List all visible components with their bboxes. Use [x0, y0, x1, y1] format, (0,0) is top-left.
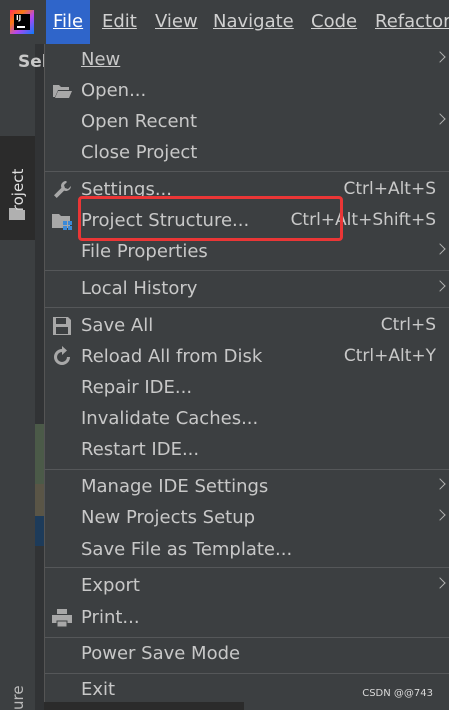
- menu-item-restart-ide[interactable]: Restart IDE...: [45, 434, 449, 465]
- menu-file[interactable]: File: [46, 0, 91, 44]
- menu-separator: [45, 171, 449, 172]
- menu-item-local-history[interactable]: Local History: [45, 273, 449, 304]
- menu-item-save-all[interactable]: Save All Ctrl+S: [45, 310, 449, 341]
- menu-separator: [45, 567, 449, 568]
- menu-item-power-save-mode[interactable]: Power Save Mode: [45, 638, 449, 669]
- reload-icon: [54, 346, 70, 365]
- intellij-logo-icon[interactable]: IJ: [10, 10, 34, 34]
- menu-separator: [45, 307, 449, 308]
- menu-separator: [45, 270, 449, 271]
- menu-edit[interactable]: Edit: [102, 0, 137, 44]
- menu-item-close-project[interactable]: Close Project: [45, 137, 449, 168]
- settings-shortcut: Ctrl+Alt+S: [343, 179, 436, 199]
- save-disk-icon: [53, 317, 71, 335]
- folder-icon: [9, 208, 25, 220]
- menu-item-repair-ide[interactable]: Repair IDE...: [45, 372, 449, 403]
- submenu-arrow-icon: [434, 478, 446, 490]
- submenu-arrow-icon: [434, 51, 446, 63]
- wrench-icon: [54, 181, 71, 198]
- menu-item-open-recent[interactable]: Open Recent: [45, 106, 449, 137]
- file-menu-dropdown: New Open... Open Recent Close Project Se…: [44, 44, 449, 710]
- menu-item-save-file-as-template[interactable]: Save File as Template...: [45, 534, 449, 565]
- watermark: CSDN @@743: [362, 688, 433, 699]
- menu-separator: [45, 469, 449, 470]
- printer-icon: [52, 609, 72, 628]
- structure-tab-label[interactable]: ure: [9, 685, 27, 710]
- background-bottom-peek: [44, 702, 244, 710]
- submenu-arrow-icon: [434, 577, 446, 589]
- menu-item-manage-ide-settings[interactable]: Manage IDE Settings: [45, 471, 449, 502]
- project-structure-icon: [52, 214, 72, 230]
- left-tool-strip: Project: [0, 44, 35, 710]
- save-all-shortcut: Ctrl+S: [380, 315, 436, 335]
- menu-navigate[interactable]: Navigate: [213, 0, 294, 44]
- menu-item-reload-all[interactable]: Reload All from Disk Ctrl+Alt+Y: [45, 341, 449, 372]
- submenu-arrow-icon: [434, 280, 446, 292]
- open-folder-icon: [53, 85, 72, 98]
- menu-bar: IJ File Edit View Navigate Code Refactor: [0, 0, 449, 44]
- menu-item-invalidate-caches[interactable]: Invalidate Caches...: [45, 403, 449, 434]
- submenu-arrow-icon: [434, 243, 446, 255]
- project-tool-tab[interactable]: Project: [0, 136, 35, 240]
- menu-code[interactable]: Code: [311, 0, 357, 44]
- menu-item-open[interactable]: Open...: [45, 75, 449, 106]
- menu-refactor[interactable]: Refactor: [375, 0, 449, 44]
- reload-all-shortcut: Ctrl+Alt+Y: [343, 346, 436, 366]
- menu-item-print[interactable]: Print...: [45, 602, 449, 633]
- menu-item-new-projects-setup[interactable]: New Projects Setup: [45, 502, 449, 533]
- menu-view[interactable]: View: [155, 0, 198, 44]
- red-highlight-annotation: [78, 196, 343, 241]
- submenu-arrow-icon: [434, 113, 446, 125]
- menu-item-export[interactable]: Export: [45, 570, 449, 601]
- submenu-arrow-icon: [434, 509, 446, 521]
- menu-item-new[interactable]: New: [45, 44, 449, 75]
